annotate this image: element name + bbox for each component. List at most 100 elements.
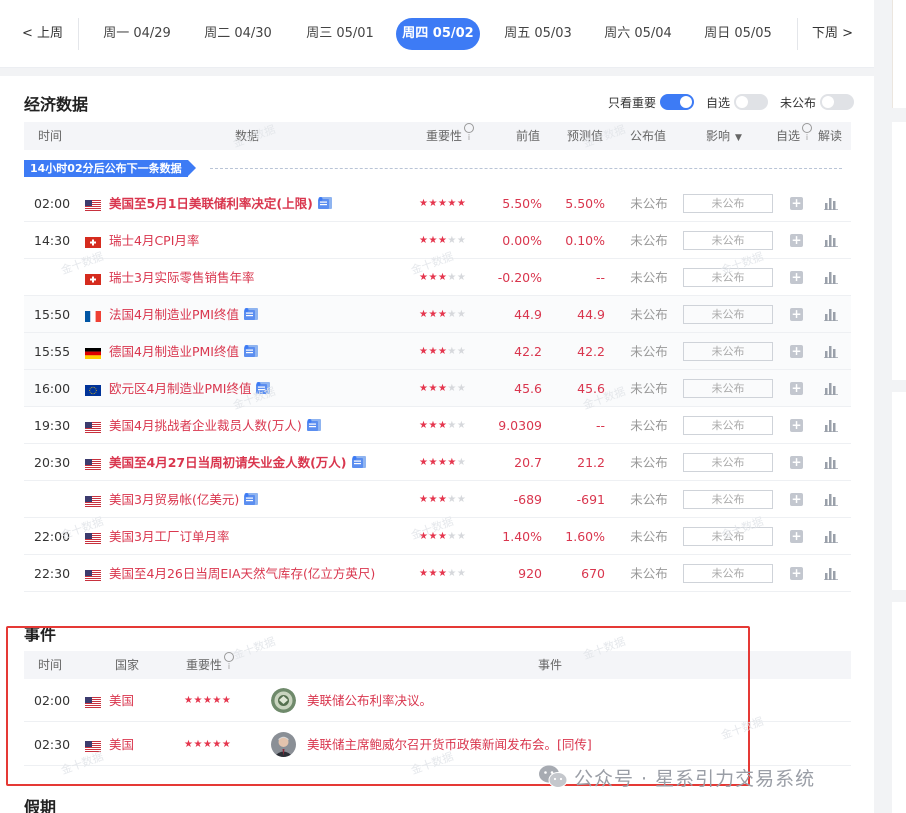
col-importance-label: 重要性	[426, 129, 463, 143]
published-value: 未公布	[630, 307, 668, 322]
chart-icon[interactable]	[824, 308, 838, 321]
impact-badge: 未公布	[683, 527, 773, 546]
indicator-name-text: 法国4月制造业PMI终值	[109, 307, 239, 322]
indicator-name[interactable]: 瑞士4月CPI月率	[109, 222, 199, 259]
wechat-icon	[539, 765, 568, 788]
sidebar-card	[892, 392, 906, 590]
published-value: 未公布	[630, 344, 668, 359]
importance-stars: ★★★★★	[419, 457, 467, 468]
day-tab[interactable]: 周六 05/04	[595, 18, 681, 50]
chart-icon[interactable]	[824, 382, 838, 395]
add-watch-icon[interactable]: +	[790, 271, 803, 284]
forecast-value: 44.9	[577, 307, 605, 322]
chart-icon[interactable]	[824, 456, 838, 469]
published-value: 未公布	[630, 270, 668, 285]
add-watch-icon[interactable]: +	[790, 345, 803, 358]
toggle-switch[interactable]	[820, 94, 855, 110]
info-icon[interactable]: i	[802, 123, 813, 142]
indicator-name[interactable]: 美国至4月27日当周初请失业金人数(万人)	[109, 444, 367, 481]
econ-data-row[interactable]: 19:30 美国4月挑战者企业裁员人数(万人) ★★★★★ 9.0309 -- 未公布 未公…	[24, 407, 851, 444]
indicator-name-text: 美国3月贸易帐(亿美元)	[109, 492, 240, 507]
chart-icon[interactable]	[824, 345, 838, 358]
indicator-name[interactable]: 美国至5月1日美联储利率决定(上限)	[109, 185, 333, 222]
report-doc-icon[interactable]	[306, 418, 322, 432]
econ-data-row[interactable]: 16:00 欧元区4月制造业PMI终值 ★★★★★ 45.6 45.6 未公布 未公布 +	[24, 370, 851, 407]
indicator-name-text: 美国4月挑战者企业裁员人数(万人)	[109, 418, 302, 433]
econ-data-row[interactable]: 15:55 德国4月制造业PMI终值 ★★★★★ 42.2 42.2 未公布 未公布 +	[24, 333, 851, 370]
previous-value: 920	[518, 566, 542, 581]
indicator-name[interactable]: 美国4月挑战者企业裁员人数(万人)	[109, 407, 322, 444]
indicator-name[interactable]: 美国3月贸易帐(亿美元)	[109, 481, 259, 518]
col-analysis: 解读	[818, 129, 843, 143]
econ-data-row[interactable]: 瑞士3月实际零售销售年率 ★★★★★ -0.20% -- 未公布 未公布 +	[24, 259, 851, 296]
day-tab[interactable]: 周四 05/02	[396, 18, 480, 50]
econ-data-row[interactable]: 14:30 瑞士4月CPI月率 ★★★★★ 0.00% 0.10% 未公布 未公布 +	[24, 222, 851, 259]
report-doc-icon[interactable]	[243, 344, 259, 358]
chart-icon[interactable]	[824, 530, 838, 543]
add-watch-icon[interactable]: +	[790, 382, 803, 395]
chart-icon[interactable]	[824, 493, 838, 506]
country-flag-icon	[85, 199, 101, 211]
econ-data-row[interactable]: 02:00 美国至5月1日美联储利率决定(上限) ★★★★★ 5.50% 5.50% 未公…	[24, 185, 851, 222]
published-value: 未公布	[630, 196, 668, 211]
econ-data-row[interactable]: 22:30 美国至4月26日当周EIA天然气库存(亿立方英尺) ★★★★★ 920 67…	[24, 555, 851, 592]
day-tab[interactable]: 周三 05/01	[290, 18, 390, 50]
forecast-value: 670	[581, 566, 605, 581]
report-doc-icon[interactable]	[243, 492, 259, 506]
econ-data-row[interactable]: 20:30 美国至4月27日当周初请失业金人数(万人) ★★★★★ 20.7 21.2 未…	[24, 444, 851, 481]
prev-week-button[interactable]: < 上周	[22, 22, 63, 46]
add-watch-icon[interactable]: +	[790, 567, 803, 580]
published-value: 未公布	[630, 492, 668, 507]
chart-icon[interactable]	[824, 271, 838, 284]
report-doc-icon[interactable]	[255, 381, 271, 395]
country-flag-icon	[85, 495, 101, 507]
day-tab[interactable]: 周日 05/05	[695, 18, 781, 50]
chart-icon[interactable]	[824, 419, 838, 432]
toggle-label: 未公布	[780, 95, 817, 110]
add-watch-icon[interactable]: +	[790, 197, 803, 210]
day-tab[interactable]: 周二 04/30	[190, 18, 286, 50]
add-watch-icon[interactable]: +	[790, 530, 803, 543]
report-doc-icon[interactable]	[351, 455, 367, 469]
col-impact[interactable]: 影响 ▼	[706, 122, 742, 152]
add-watch-icon[interactable]: +	[790, 308, 803, 321]
chart-icon[interactable]	[824, 234, 838, 247]
indicator-name[interactable]: 德国4月制造业PMI终值	[109, 333, 259, 370]
econ-data-row[interactable]: 15:50 法国4月制造业PMI终值 ★★★★★ 44.9 44.9 未公布 未公布 +	[24, 296, 851, 333]
toggle-switch[interactable]	[660, 94, 695, 110]
econ-data-row[interactable]: 22:00 美国3月工厂订单月率 ★★★★★ 1.40% 1.60% 未公布 未公布 +	[24, 518, 851, 555]
importance-stars: ★★★★★	[419, 309, 467, 320]
day-tab[interactable]: 周一 04/29	[86, 18, 188, 50]
chart-icon[interactable]	[824, 567, 838, 580]
forecast-value: 45.6	[577, 381, 605, 396]
next-week-button[interactable]: 下周 >	[812, 22, 853, 46]
impact-badge: 未公布	[683, 416, 773, 435]
econ-data-row[interactable]: 美国3月贸易帐(亿美元) ★★★★★ -689 -691 未公布 未公布 +	[24, 481, 851, 518]
indicator-name[interactable]: 欧元区4月制造业PMI终值	[109, 370, 271, 407]
add-watch-icon[interactable]: +	[790, 456, 803, 469]
release-time: 15:50	[34, 307, 71, 322]
previous-value: 44.9	[514, 307, 542, 322]
indicator-name[interactable]: 法国4月制造业PMI终值	[109, 296, 259, 333]
report-doc-icon[interactable]	[317, 196, 333, 210]
col-time: 时间	[38, 129, 63, 143]
impact-badge: 未公布	[683, 379, 773, 398]
caret-down-icon: ▼	[735, 133, 742, 143]
add-watch-icon[interactable]: +	[790, 493, 803, 506]
importance-stars: ★★★★★	[419, 494, 467, 505]
indicator-name[interactable]: 美国至4月26日当周EIA天然气库存(亿立方英尺)	[109, 555, 375, 592]
indicator-name-text: 瑞士4月CPI月率	[109, 233, 200, 248]
add-watch-icon[interactable]: +	[790, 234, 803, 247]
country-flag-icon	[85, 458, 101, 470]
filter-toggles: 只看重要 自选 未公布	[608, 92, 866, 112]
indicator-name[interactable]: 瑞士3月实际零售销售年率	[109, 259, 254, 296]
day-tab[interactable]: 周五 05/03	[495, 18, 581, 50]
indicator-name[interactable]: 美国3月工厂订单月率	[109, 518, 229, 555]
chart-icon[interactable]	[824, 197, 838, 210]
toggle-switch[interactable]	[734, 94, 769, 110]
info-icon[interactable]: i	[464, 123, 475, 142]
col-prev: 前值	[516, 129, 541, 143]
date-bar: < 上周 周一 04/29 周二 04/30 周三 05/01 周四 05/02 周五 …	[0, 0, 874, 68]
report-doc-icon[interactable]	[243, 307, 259, 321]
add-watch-icon[interactable]: +	[790, 419, 803, 432]
